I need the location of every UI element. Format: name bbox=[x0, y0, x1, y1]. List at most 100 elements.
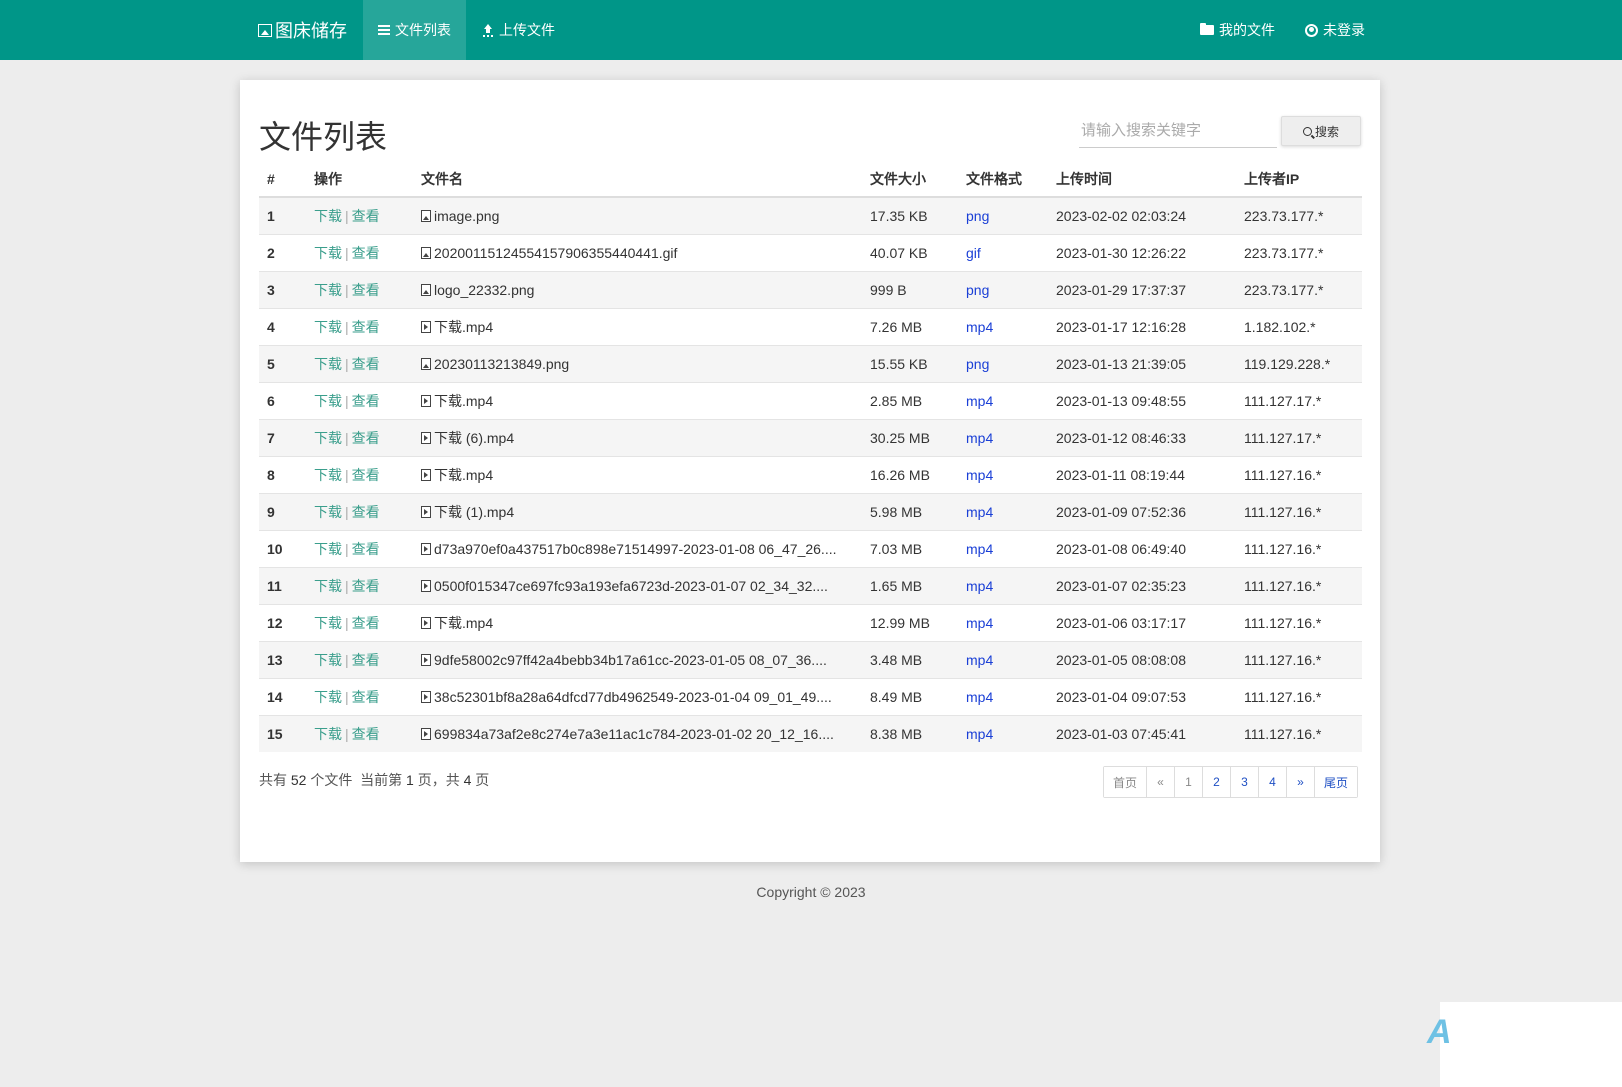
download-link[interactable]: 下载 bbox=[314, 245, 342, 261]
view-link[interactable]: 查看 bbox=[352, 208, 380, 224]
row-format: mp4 bbox=[958, 455, 1048, 493]
row-index: 10 bbox=[259, 529, 306, 567]
action-separator: | bbox=[345, 614, 349, 631]
table-row: 2 下载 | 查看 20200115124554157906355440441.gif 4… bbox=[259, 233, 1362, 271]
row-upload-time: 2023-01-30 12:26:22 bbox=[1048, 233, 1236, 271]
row-filename: 下载 (1).mp4 bbox=[413, 492, 862, 530]
nav-upload[interactable]: 上传文件 bbox=[467, 0, 570, 60]
row-actions: 下载 | 查看 bbox=[306, 307, 413, 345]
brand-logo[interactable]: 图床储存 bbox=[258, 0, 347, 60]
page-3[interactable]: 3 bbox=[1230, 767, 1259, 797]
view-link[interactable]: 查看 bbox=[352, 467, 380, 483]
row-uploader-ip: 111.127.17.* bbox=[1236, 381, 1362, 419]
view-link[interactable]: 查看 bbox=[352, 689, 380, 705]
table-row: 5 下载 | 查看 20230113213849.png 15.55 KB png 2023-… bbox=[259, 344, 1362, 382]
row-size: 15.55 KB bbox=[862, 344, 958, 382]
row-filename: logo_22332.png bbox=[413, 270, 862, 308]
row-actions: 下载 | 查看 bbox=[306, 418, 413, 456]
nav-login[interactable]: 未登录 bbox=[1290, 0, 1380, 60]
view-link[interactable]: 查看 bbox=[352, 282, 380, 298]
action-separator: | bbox=[345, 244, 349, 261]
view-link[interactable]: 查看 bbox=[352, 245, 380, 261]
table-row: 6 下载 | 查看 下载.mp4 2.85 MB mp4 2023-01-13 09:48:5… bbox=[259, 381, 1362, 419]
search-icon bbox=[1302, 126, 1312, 136]
filename-text: 20230113213849.png bbox=[434, 355, 570, 372]
download-link[interactable]: 下载 bbox=[314, 615, 342, 631]
filename-text: image.png bbox=[434, 207, 500, 224]
pagination: 首页 « 1 2 3 4 » 尾页 bbox=[1103, 766, 1359, 798]
page-first[interactable]: 首页 bbox=[1104, 767, 1147, 797]
row-upload-time: 2023-01-17 12:16:28 bbox=[1048, 307, 1236, 345]
download-link[interactable]: 下载 bbox=[314, 504, 342, 520]
download-link[interactable]: 下载 bbox=[314, 689, 342, 705]
table-row: 4 下载 | 查看 下载.mp4 7.26 MB mp4 2023-01-17 12:16:2… bbox=[259, 307, 1362, 345]
page-next[interactable]: » bbox=[1286, 767, 1315, 797]
row-index: 8 bbox=[259, 455, 306, 493]
file-video-icon bbox=[421, 431, 431, 444]
download-link[interactable]: 下载 bbox=[314, 467, 342, 483]
row-filename: 0500f015347ce697fc93a193efa6723d-2023-01… bbox=[413, 566, 862, 604]
search-input[interactable] bbox=[1079, 114, 1277, 148]
row-index: 1 bbox=[259, 196, 306, 234]
row-filename: 699834a73af2e8c274e7a3e11ac1c784-2023-01… bbox=[413, 714, 862, 752]
page-prev[interactable]: « bbox=[1146, 767, 1175, 797]
table-row: 13 下载 | 查看 9dfe58002c97ff42a4bebb34b17a61cc-… bbox=[259, 640, 1362, 678]
table-row: 1 下载 | 查看 image.png 17.35 KB png 2023-02-02 02:… bbox=[259, 196, 1362, 234]
download-link[interactable]: 下载 bbox=[314, 319, 342, 335]
view-link[interactable]: 查看 bbox=[352, 652, 380, 668]
page-2[interactable]: 2 bbox=[1202, 767, 1231, 797]
view-link[interactable]: 查看 bbox=[352, 726, 380, 742]
row-index: 11 bbox=[259, 566, 306, 604]
download-link[interactable]: 下载 bbox=[314, 356, 342, 372]
page-4[interactable]: 4 bbox=[1258, 767, 1287, 797]
view-link[interactable]: 查看 bbox=[352, 578, 380, 594]
filename-text: 下载.mp4 bbox=[434, 392, 494, 409]
row-index: 7 bbox=[259, 418, 306, 456]
view-link[interactable]: 查看 bbox=[352, 430, 380, 446]
row-filename: image.png bbox=[413, 196, 862, 234]
row-actions: 下载 | 查看 bbox=[306, 640, 413, 678]
nav-my-files[interactable]: 我的文件 bbox=[1185, 0, 1290, 60]
view-link[interactable]: 查看 bbox=[352, 319, 380, 335]
download-link[interactable]: 下载 bbox=[314, 652, 342, 668]
row-filename: 9dfe58002c97ff42a4bebb34b17a61cc-2023-01… bbox=[413, 640, 862, 678]
row-actions: 下载 | 查看 bbox=[306, 344, 413, 382]
folder-open-icon bbox=[1200, 23, 1214, 35]
download-link[interactable]: 下载 bbox=[314, 393, 342, 409]
download-link[interactable]: 下载 bbox=[314, 578, 342, 594]
view-link[interactable]: 查看 bbox=[352, 541, 380, 557]
row-actions: 下载 | 查看 bbox=[306, 603, 413, 641]
nav-file-list[interactable]: 文件列表 bbox=[363, 0, 466, 60]
view-link[interactable]: 查看 bbox=[352, 393, 380, 409]
nav-upload-label: 上传文件 bbox=[499, 22, 555, 38]
download-link[interactable]: 下载 bbox=[314, 430, 342, 446]
download-link[interactable]: 下载 bbox=[314, 208, 342, 224]
download-link[interactable]: 下载 bbox=[314, 282, 342, 298]
search-button[interactable]: 搜索 bbox=[1281, 116, 1361, 146]
file-video-icon bbox=[421, 579, 431, 592]
page-last[interactable]: 尾页 bbox=[1314, 767, 1358, 797]
view-link[interactable]: 查看 bbox=[352, 356, 380, 372]
row-upload-time: 2023-01-29 17:37:37 bbox=[1048, 270, 1236, 308]
row-size: 3.48 MB bbox=[862, 640, 958, 678]
row-filename: 下载.mp4 bbox=[413, 381, 862, 419]
file-image-icon bbox=[421, 246, 431, 259]
corner-overlay bbox=[1440, 1002, 1622, 1087]
row-size: 5.98 MB bbox=[862, 492, 958, 530]
filename-text: logo_22332.png bbox=[434, 281, 535, 298]
row-actions: 下载 | 查看 bbox=[306, 196, 413, 234]
download-link[interactable]: 下载 bbox=[314, 541, 342, 557]
row-size: 40.07 KB bbox=[862, 233, 958, 271]
row-upload-time: 2023-01-07 02:35:23 bbox=[1048, 566, 1236, 604]
row-upload-time: 2023-02-02 02:03:24 bbox=[1048, 196, 1236, 234]
summary-suffix: 页 bbox=[475, 772, 490, 788]
file-count-summary: 共有 52 个文件 当前第 1 页，共 4 页 bbox=[259, 770, 489, 790]
row-format: png bbox=[958, 196, 1048, 234]
view-link[interactable]: 查看 bbox=[352, 504, 380, 520]
user-circle-icon bbox=[1305, 23, 1318, 37]
nav-file-list-label: 文件列表 bbox=[395, 22, 451, 38]
view-link[interactable]: 查看 bbox=[352, 615, 380, 631]
download-link[interactable]: 下载 bbox=[314, 726, 342, 742]
row-uploader-ip: 223.73.177.* bbox=[1236, 270, 1362, 308]
page-1[interactable]: 1 bbox=[1174, 767, 1203, 797]
